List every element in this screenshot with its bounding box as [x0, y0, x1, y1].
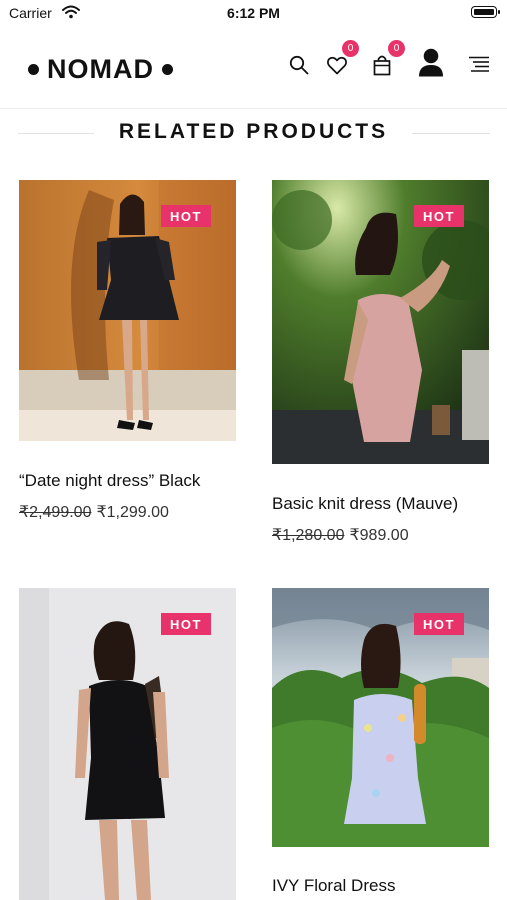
product-card[interactable]: HOT “Date night dress” Black ₹2,499.00 ₹1…: [19, 180, 236, 530]
sale-price: ₹989.00: [349, 527, 409, 544]
cart-button[interactable]: [371, 54, 393, 76]
menu-icon[interactable]: [468, 54, 490, 74]
logo-dot-right: [162, 63, 173, 75]
wishlist-button[interactable]: [326, 54, 348, 76]
clock: 6:12 PM: [227, 5, 280, 21]
section-title: RELATED PRODUCTS: [118, 120, 389, 143]
product-card[interactable]: HOT IVY Floral Dress: [272, 588, 489, 900]
divider-right: [412, 133, 490, 134]
product-name[interactable]: “Date night dress” Black: [19, 471, 200, 491]
hot-badge: HOT: [414, 613, 464, 635]
cart-count-badge: 0: [388, 40, 405, 57]
battery-icon: [471, 6, 500, 18]
sale-price: ₹1,299.00: [96, 504, 169, 521]
hot-badge: HOT: [161, 613, 211, 635]
product-price: ₹1,280.00 ₹989.00: [272, 525, 409, 545]
product-card[interactable]: HOT: [19, 588, 236, 900]
brand-logo[interactable]: NOMAD: [28, 55, 173, 83]
logo-text: NOMAD: [47, 54, 154, 84]
product-price: ₹2,499.00 ₹1,299.00: [19, 502, 169, 522]
heart-icon: [327, 56, 347, 74]
product-name[interactable]: IVY Floral Dress: [272, 876, 395, 896]
wishlist-count-badge: 0: [342, 40, 359, 57]
product-card[interactable]: HOT Basic knit dress (Mauve) ₹1,280.00 ₹9…: [272, 180, 489, 555]
status-bar: Carrier 6:12 PM: [0, 0, 507, 26]
hot-badge: HOT: [414, 205, 464, 227]
logo-dot-left: [28, 63, 39, 75]
original-price: ₹2,499.00: [19, 504, 92, 521]
original-price: ₹1,280.00: [272, 527, 345, 544]
product-name[interactable]: Basic knit dress (Mauve): [272, 494, 458, 514]
related-products-section-header: RELATED PRODUCTS: [0, 108, 507, 158]
search-icon[interactable]: [288, 54, 310, 76]
user-icon[interactable]: [417, 47, 445, 77]
app-header: NOMAD 0 0: [0, 26, 507, 109]
shopping-bag-icon: [373, 55, 391, 75]
hot-badge: HOT: [161, 205, 211, 227]
